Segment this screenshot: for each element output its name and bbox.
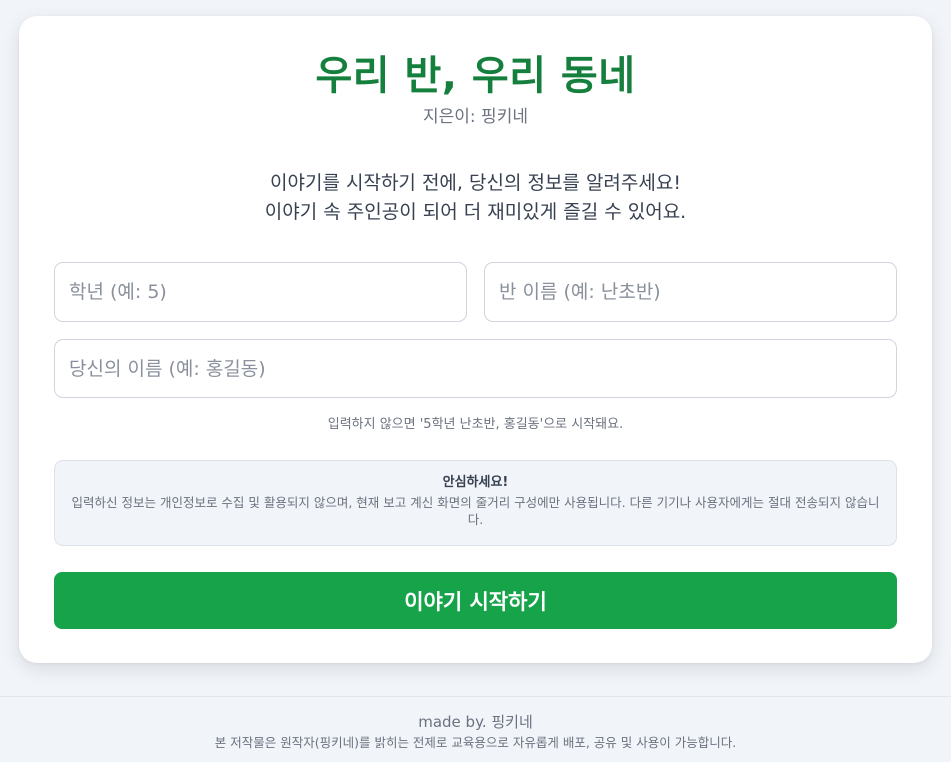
grade-input[interactable] — [54, 262, 467, 322]
footer-copyright: 본 저작물은 원작자(핑키네)를 밝히는 전제로 교육용으로 자유롭게 배포, … — [214, 735, 737, 750]
author-label: 지은이: 핑키네 — [423, 107, 528, 127]
intro-line-2: 이야기 속 주인공이 되어 더 재미있게 즐길 수 있어요. — [264, 201, 687, 223]
page-title: 우리 반, 우리 동네 — [315, 53, 636, 99]
default-hint: 입력하지 않으면 '5학년 난초반, 홍길동'으로 시작돼요. — [327, 417, 624, 432]
privacy-notice-body: 입력하신 정보는 개인정보로 수집 및 활용되지 않으며, 현재 보고 계신 화… — [71, 495, 880, 527]
intro-line-1: 이야기를 시작하기 전에, 당신의 정보를 알려주세요! — [270, 172, 681, 194]
user-name-input[interactable] — [54, 339, 897, 398]
privacy-notice: 안심하세요! 입력하신 정보는 개인정보로 수집 및 활용되지 않으며, 현재 … — [54, 460, 897, 546]
class-name-input[interactable] — [484, 262, 897, 322]
start-story-button[interactable]: 이야기 시작하기 — [54, 572, 897, 629]
intro-text: 이야기를 시작하기 전에, 당신의 정보를 알려주세요! 이야기 속 주인공이 … — [19, 169, 932, 227]
footer-made-by: made by. 핑키네 — [418, 713, 533, 731]
footer: made by. 핑키네 본 저작물은 원작자(핑키네)를 밝히는 전제로 교육… — [0, 696, 951, 762]
setup-card: 우리 반, 우리 동네 지은이: 핑키네 이야기를 시작하기 전에, 당신의 정… — [19, 16, 932, 663]
privacy-notice-title: 안심하세요! — [442, 475, 509, 490]
